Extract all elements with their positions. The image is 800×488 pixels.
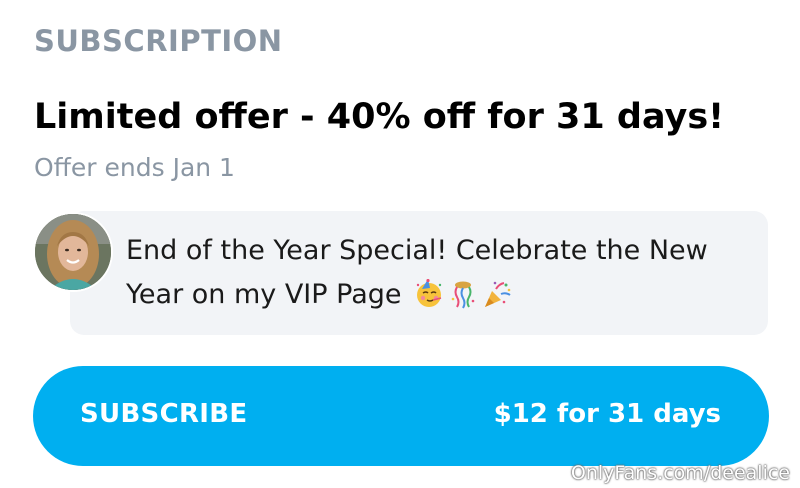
watermark: OnlyFans.com/deealice	[570, 462, 790, 484]
promo-message: End of the Year Special! Celebrate the N…	[70, 211, 768, 335]
subscribe-price: $12 for 31 days	[493, 399, 721, 429]
promo-message-text-wrap: End of the Year Special! Celebrate the N…	[126, 229, 746, 317]
ribbon-confetti-icon	[448, 279, 478, 309]
avatar[interactable]	[33, 212, 113, 292]
subscribe-label: SUBSCRIBE	[80, 399, 248, 429]
section-title: SUBSCRIPTION	[34, 24, 283, 58]
offer-title: Limited offer - 40% off for 31 days!	[34, 97, 725, 137]
subscribe-button[interactable]: SUBSCRIBE $12 for 31 days	[33, 366, 769, 466]
partying-face-icon	[414, 278, 444, 309]
party-popper-icon	[482, 279, 512, 309]
offer-end-date: Offer ends Jan 1	[34, 153, 235, 182]
